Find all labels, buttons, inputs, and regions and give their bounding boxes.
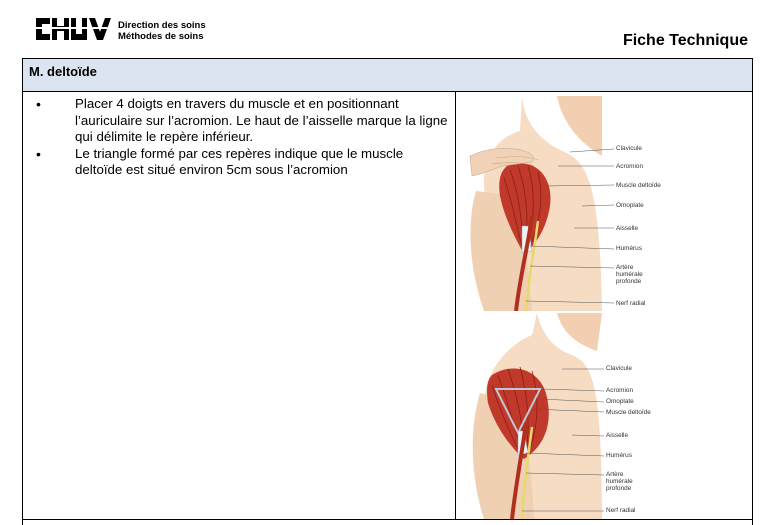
figure-label: Omoplate: [606, 398, 634, 405]
column-divider: [455, 92, 456, 520]
instruction-item: Placer 4 doigts en travers du muscle et …: [30, 96, 450, 146]
figure-label: Aisselle: [606, 432, 629, 439]
figure-label: Nerf radial: [606, 507, 636, 514]
figure-label: Acromion: [606, 387, 633, 394]
figure-label: Omoplate: [616, 202, 644, 209]
instruction-list: Placer 4 doigts en travers du muscle et …: [30, 96, 450, 179]
figure-label: Nerf radial: [616, 300, 646, 307]
figure-label: Artère humérale profonde: [606, 471, 633, 492]
figure-label: Humérus: [606, 452, 632, 459]
chuv-logo: [34, 14, 112, 44]
figure-label: Muscle deltoïde: [606, 409, 651, 416]
document-type-title: Fiche Technique: [622, 32, 748, 49]
figure-label: Clavicule: [616, 145, 642, 152]
section-header: M. deltoïde: [22, 58, 753, 92]
section-title: M. deltoïde: [29, 64, 97, 79]
instruction-item: Le triangle formé par ces repères indiqu…: [30, 146, 450, 179]
figure-label: Humérus: [616, 245, 642, 252]
figure-label: Aisselle: [616, 225, 639, 232]
figure-label: Artère humérale profonde: [616, 264, 643, 285]
table-bottom-border: [22, 519, 753, 520]
page-header: Direction des soins Méthodes de soins Fi…: [0, 0, 773, 60]
deltoid-illustration-triangle: Clavicule Acromion Omoplate Muscle delto…: [462, 313, 662, 519]
figure-label: Muscle deltoïde: [616, 182, 661, 189]
figure-label: Clavicule: [606, 365, 632, 372]
department-line-1: Direction des soins: [118, 20, 206, 31]
figure-label: Acromion: [616, 163, 643, 170]
department-name: Direction des soins Méthodes de soins: [118, 20, 206, 42]
deltoid-illustration-hand: Clavicule Acromion Muscle deltoïde Omopl…: [462, 96, 662, 311]
department-line-2: Méthodes de soins: [118, 31, 204, 42]
